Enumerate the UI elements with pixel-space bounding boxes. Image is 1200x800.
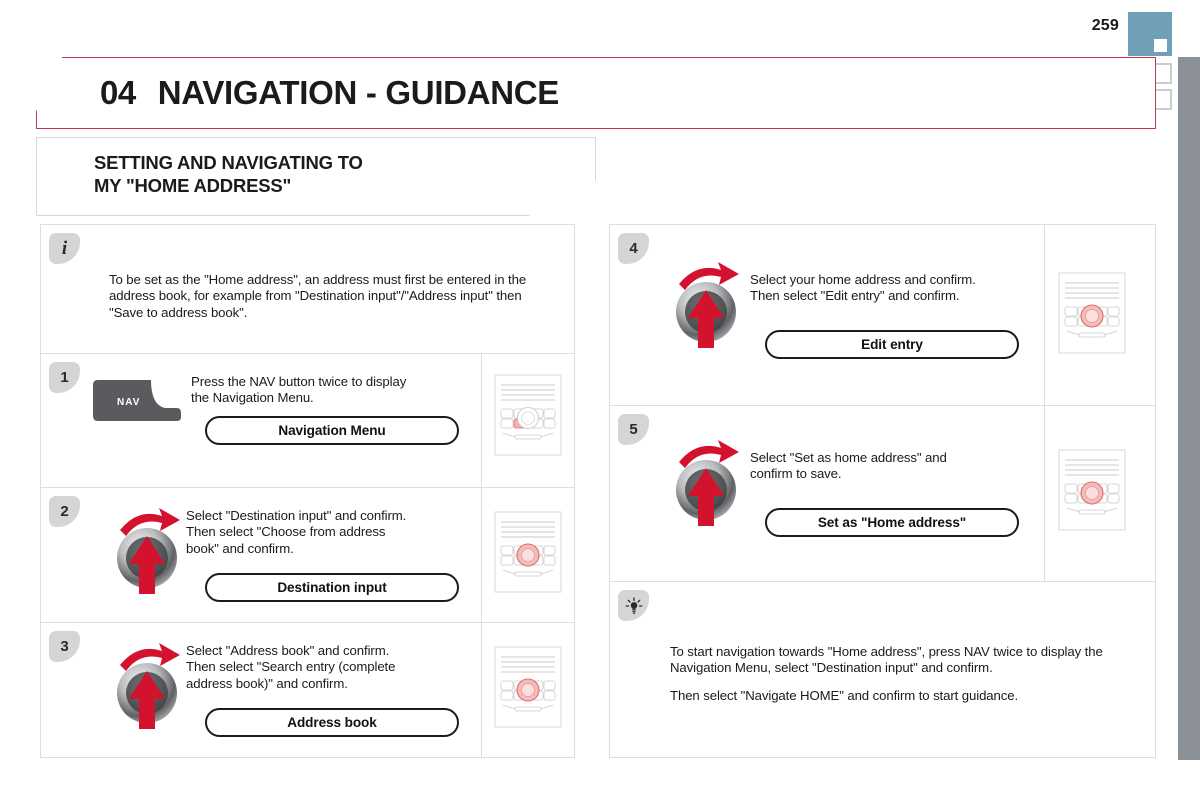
step-1-text-line-2: the Navigation Menu. — [191, 390, 314, 406]
step-2-text: Select "Destination input" and confirm. … — [186, 508, 471, 557]
chapter-number: 04 — [100, 74, 136, 111]
step-2-facia-thumbnail — [493, 510, 563, 599]
step-4-text: Select your home address and confirm. Th… — [750, 272, 1050, 305]
section-title-line-2: MY "HOME ADDRESS" — [94, 175, 292, 196]
step-5-row: 5 Select "Set as home address" and confi… — [610, 405, 1155, 581]
step-5-text-line-2: confirm to save. — [750, 466, 842, 482]
rotary-knob-icon — [110, 506, 184, 596]
step-1-text: Press the NAV button twice to display th… — [191, 374, 461, 407]
step-1-badge: 1 — [49, 362, 80, 393]
nav-button-label: NAV — [117, 397, 140, 408]
tip-bulb-icon — [618, 590, 649, 621]
page-edge-bar — [1178, 57, 1200, 760]
rotary-knob-icon — [669, 260, 743, 350]
step-2-text-line-3: book" and confirm. — [186, 540, 294, 556]
step-1-pill[interactable]: Navigation Menu — [205, 416, 459, 445]
step-3-row: 3 Select "Address book" and confirm. The… — [41, 622, 574, 757]
step-3-text: Select "Address book" and confirm. Then … — [186, 643, 476, 692]
info-icon: i — [49, 233, 80, 264]
step-4-badge: 4 — [618, 233, 649, 264]
step-4-facia-thumbnail — [1057, 271, 1127, 360]
nav-button-icon: NAV — [91, 377, 183, 423]
step-1-facia-thumbnail — [493, 373, 563, 462]
step-3-badge: 3 — [49, 631, 80, 662]
tip-paragraph-1: To start navigation towards "Home addres… — [670, 644, 1103, 676]
step-2-text-line-2: Then select "Choose from address — [186, 524, 386, 540]
step-1-row: 1 NAV Press the NAV button twice to disp… — [41, 353, 574, 487]
step-5-text-line-1: Select "Set as home address" and — [750, 450, 947, 465]
chapter-title: NAVIGATION - GUIDANCE — [157, 74, 560, 111]
step-5-pill[interactable]: Set as "Home address" — [765, 508, 1019, 537]
step-5-facia-thumbnail — [1057, 448, 1127, 537]
chapter-tab-square — [1154, 39, 1167, 52]
tip-note-text: To start navigation towards "Home addres… — [670, 644, 1120, 704]
step-3-text-line-1: Select "Address book" and confirm. — [186, 643, 390, 658]
step-4-pill[interactable]: Edit entry — [765, 330, 1019, 359]
step-2-text-line-1: Select "Destination input" and confirm. — [186, 508, 407, 523]
rotary-knob-icon — [110, 641, 184, 731]
step-5-text: Select "Set as home address" and confirm… — [750, 450, 1050, 483]
rotary-knob-icon — [669, 438, 743, 528]
step-4-text-line-2: Then select "Edit entry" and confirm. — [750, 288, 960, 304]
step-3-text-line-2: Then select "Search entry (complete — [186, 659, 396, 675]
step-2-pill[interactable]: Destination input — [205, 573, 459, 602]
step-4-text-line-1: Select your home address and confirm. — [750, 272, 976, 287]
step-5-badge: 5 — [618, 414, 649, 445]
section-title-line-1: SETTING AND NAVIGATING TO — [94, 152, 363, 173]
tip-paragraph-2: Then select "Navigate HOME" and confirm … — [670, 687, 1019, 703]
page-number: 259 — [1091, 17, 1119, 34]
right-column: 4 Select your home address and confirm. … — [609, 224, 1156, 758]
left-column: i To be set as the "Home address", an ad… — [40, 224, 575, 758]
chapter-header: 04 NAVIGATION - GUIDANCE — [36, 57, 1156, 129]
info-note-text: To be set as the "Home address", an addr… — [109, 272, 527, 320]
step-3-facia-thumbnail — [493, 645, 563, 734]
step-4-row: 4 Select your home address and confirm. … — [610, 225, 1155, 405]
step-3-text-line-3: address book)" and confirm. — [186, 675, 348, 691]
step-3-pill[interactable]: Address book — [205, 708, 459, 737]
info-note: i To be set as the "Home address", an ad… — [41, 225, 574, 353]
step-2-row: 2 Select "Destination input" and confirm… — [41, 487, 574, 622]
step-1-text-line-1: Press the NAV button twice to display — [191, 374, 407, 389]
tip-note: To start navigation towards "Home addres… — [610, 581, 1155, 757]
section-title: SETTING AND NAVIGATING TO MY "HOME ADDRE… — [94, 151, 363, 197]
chapter-tab — [1128, 12, 1172, 56]
step-2-badge: 2 — [49, 496, 80, 527]
